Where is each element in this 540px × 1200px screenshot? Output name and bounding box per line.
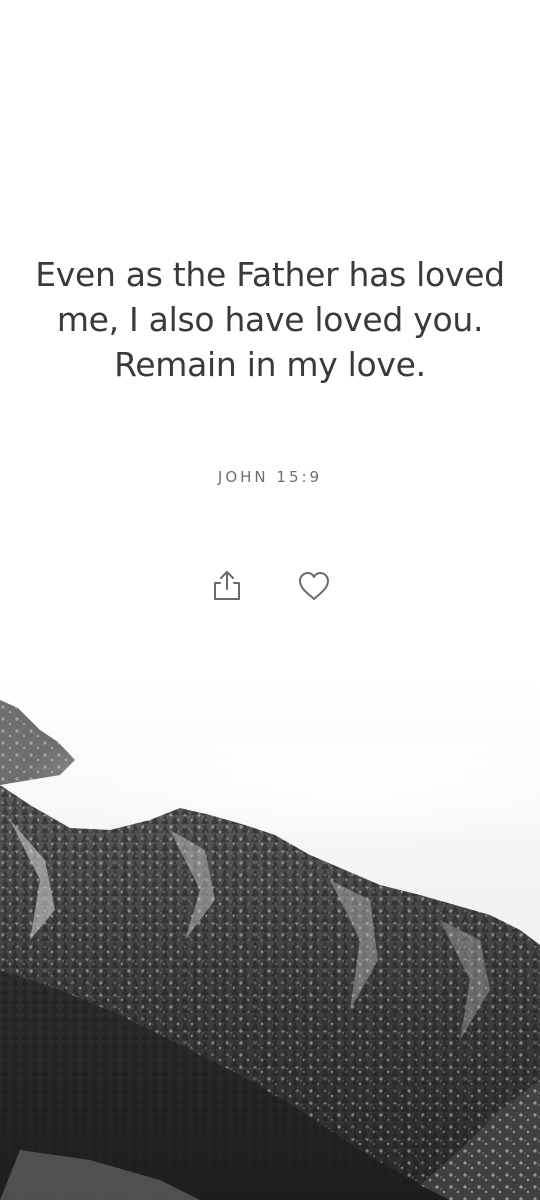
like-button[interactable] xyxy=(294,566,334,606)
verse-reference: JOHN 15:9 xyxy=(217,468,323,486)
verse-screen: Even as the Father has loved me, I also … xyxy=(0,0,540,1200)
verse-quote: Even as the Father has loved me, I also … xyxy=(35,255,505,384)
share-icon xyxy=(209,568,245,604)
share-button[interactable] xyxy=(207,566,247,606)
heart-icon xyxy=(296,568,332,604)
mountain-landscape-image xyxy=(0,680,540,1200)
